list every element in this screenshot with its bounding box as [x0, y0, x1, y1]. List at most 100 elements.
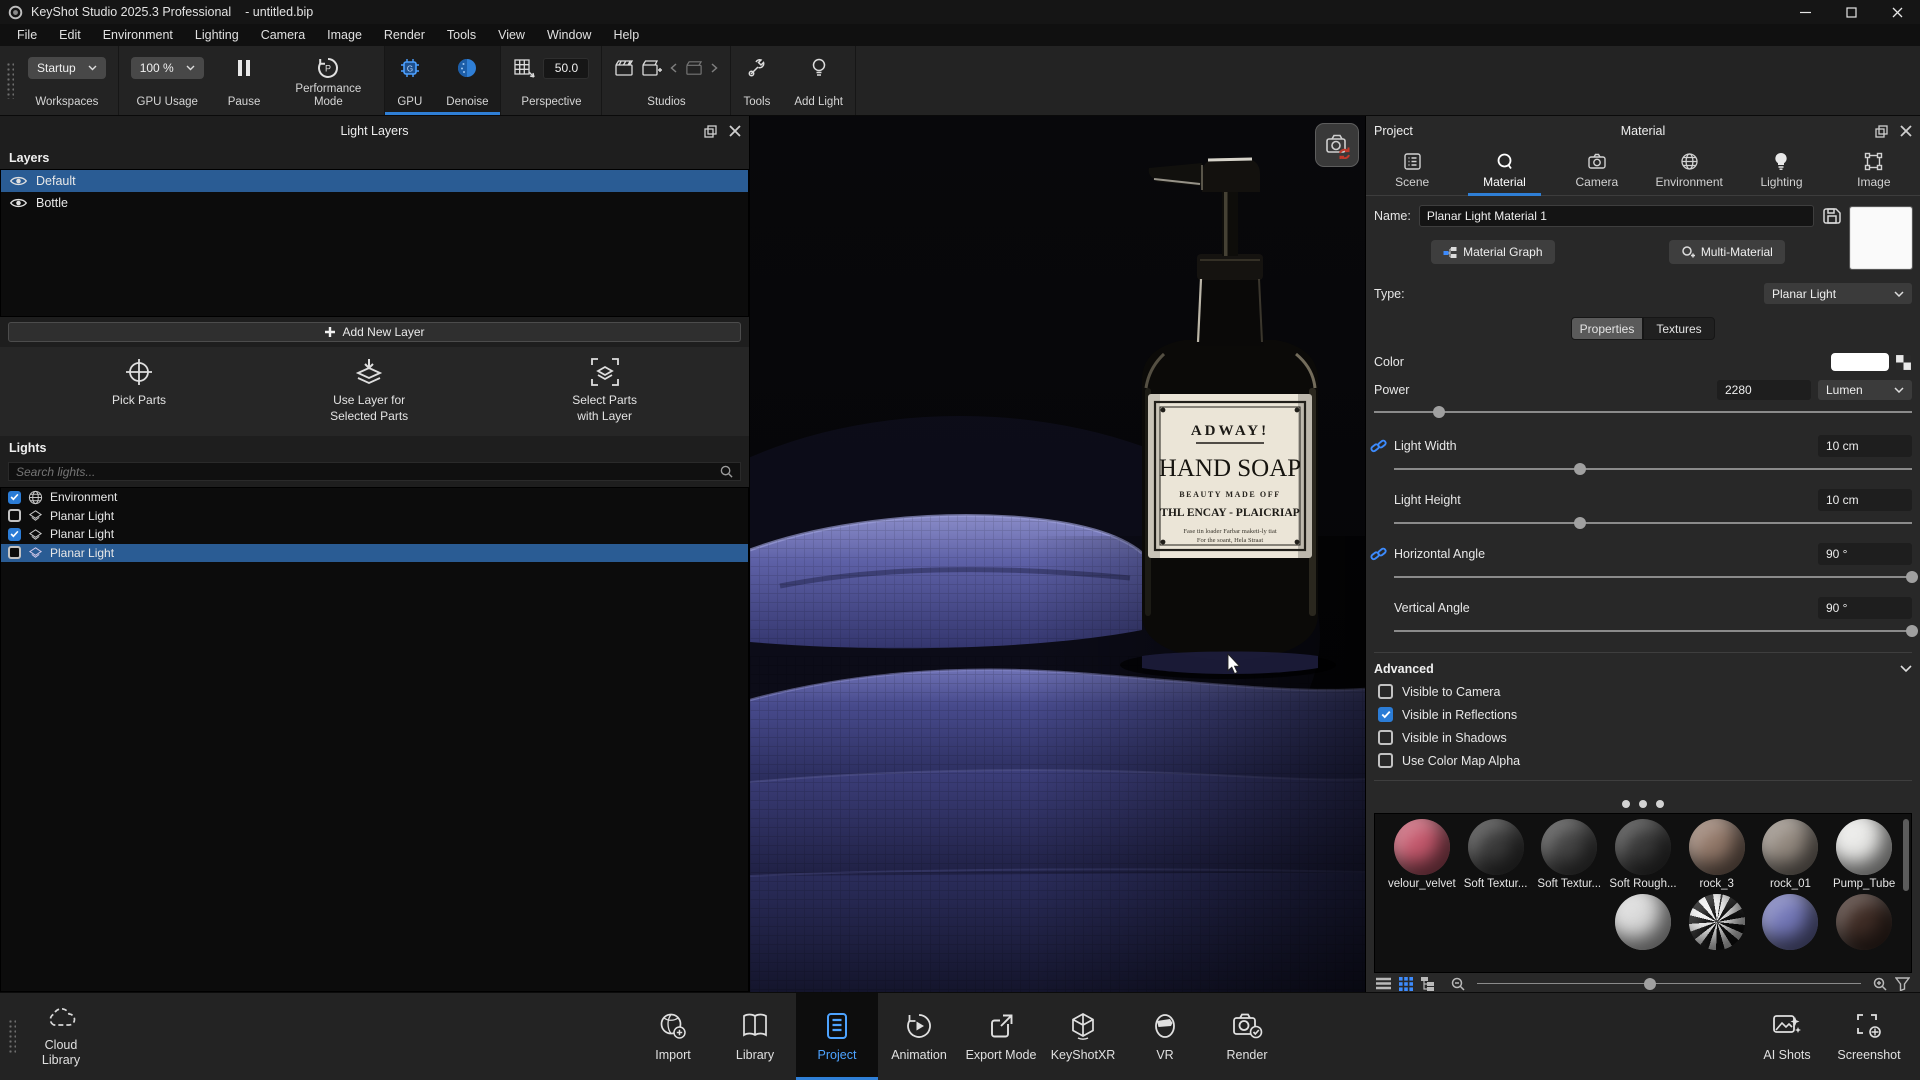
light-checkbox[interactable] [8, 528, 21, 541]
project-button[interactable]: Project [796, 993, 878, 1080]
material-name-input[interactable] [1419, 205, 1814, 227]
menu-edit[interactable]: Edit [48, 24, 92, 46]
layer-row-default[interactable]: Default [1, 170, 748, 192]
material-graph-button[interactable]: Material Graph [1431, 240, 1554, 264]
import-button[interactable]: Import [632, 993, 714, 1080]
visible-in-shadows-option[interactable]: Visible in Shadows [1374, 730, 1912, 745]
export-mode-button[interactable]: Export Mode [960, 993, 1042, 1080]
material-sphere[interactable] [1689, 894, 1745, 950]
light-row-planar-1[interactable]: Planar Light [1, 507, 748, 526]
menu-help[interactable]: Help [602, 24, 650, 46]
list-view-icon[interactable] [1376, 977, 1391, 990]
light-row-environment[interactable]: Environment [1, 488, 748, 507]
checkbox[interactable] [1378, 753, 1393, 768]
menu-lighting[interactable]: Lighting [184, 24, 250, 46]
light-width-field[interactable]: 10 cm [1818, 435, 1912, 457]
menu-image[interactable]: Image [316, 24, 373, 46]
tree-view-icon[interactable] [1421, 977, 1437, 991]
minimize-button[interactable] [1782, 0, 1828, 24]
link-icon[interactable] [1370, 546, 1387, 563]
workspace-dropdown[interactable]: Startup [28, 57, 106, 79]
tab-material[interactable]: Material [1458, 148, 1550, 195]
material-sphere[interactable] [1615, 894, 1671, 950]
render-button[interactable]: Render [1206, 993, 1288, 1080]
tab-environment[interactable]: Environment [1643, 148, 1735, 195]
menu-view[interactable]: View [487, 24, 536, 46]
material-sphere[interactable] [1762, 819, 1818, 875]
menu-render[interactable]: Render [373, 24, 436, 46]
material-thumb[interactable] [1606, 894, 1680, 950]
light-checkbox[interactable] [8, 546, 21, 559]
tab-lighting[interactable]: Lighting [1735, 148, 1827, 195]
pause-group[interactable]: Pause [216, 46, 273, 115]
layer-row-bottle[interactable]: Bottle [1, 192, 748, 214]
material-sphere[interactable] [1468, 819, 1524, 875]
cloud-library-button[interactable]: CloudLibrary [20, 993, 102, 1080]
menu-window[interactable]: Window [536, 24, 602, 46]
use-layer-button[interactable]: Use Layer forSelected Parts [330, 357, 408, 424]
material-sphere[interactable] [1394, 819, 1450, 875]
material-sphere[interactable] [1762, 894, 1818, 950]
light-row-planar-3[interactable]: Planar Light [1, 544, 748, 563]
ai-shots-button[interactable]: AI Shots [1746, 993, 1828, 1080]
material-thumb[interactable]: Soft Textur... [1532, 819, 1606, 890]
close-button[interactable] [1874, 0, 1920, 24]
gpu-usage-dropdown[interactable]: 100 % [131, 57, 204, 79]
light-height-slider[interactable] [1394, 516, 1912, 530]
multi-material-button[interactable]: Multi-Material [1669, 240, 1785, 264]
material-sphere[interactable] [1836, 894, 1892, 950]
gpu-toggle[interactable]: G GPU [385, 46, 434, 115]
studio-list-icon[interactable] [685, 60, 703, 76]
denoise-toggle[interactable]: Denoise [434, 46, 500, 115]
menu-camera[interactable]: Camera [250, 24, 316, 46]
performance-mode-group[interactable]: P Performance Mode [272, 46, 384, 115]
material-thumb[interactable] [1754, 894, 1828, 950]
tab-image[interactable]: Image [1828, 148, 1920, 195]
toolbar-grip[interactable] [6, 62, 14, 99]
ribbon-grip[interactable] [8, 1019, 16, 1054]
filter-icon[interactable] [1895, 977, 1910, 991]
subtab-textures[interactable]: Textures [1643, 317, 1715, 340]
light-row-planar-2[interactable]: Planar Light [1, 525, 748, 544]
studio-icon[interactable] [614, 59, 634, 77]
material-thumb[interactable]: velour_velvet [1385, 819, 1459, 890]
material-sphere[interactable] [1541, 819, 1597, 875]
thumbnail-size-slider[interactable] [1477, 977, 1861, 991]
close-panel-icon[interactable] [729, 125, 741, 137]
library-scrollbar[interactable] [1903, 819, 1909, 891]
checkbox[interactable] [1378, 684, 1393, 699]
light-checkbox[interactable] [8, 509, 21, 522]
material-sphere[interactable] [1615, 819, 1671, 875]
library-button[interactable]: Library [714, 993, 796, 1080]
checkbox[interactable] [1378, 707, 1393, 722]
lights-search[interactable] [8, 462, 741, 481]
power-unit-dropdown[interactable]: Lumen [1818, 380, 1912, 400]
eye-icon[interactable] [10, 175, 27, 187]
menu-environment[interactable]: Environment [92, 24, 184, 46]
material-sphere[interactable] [1689, 819, 1745, 875]
horizontal-angle-slider[interactable] [1394, 570, 1912, 584]
grid-view-icon[interactable] [1399, 977, 1413, 991]
color-swatch[interactable] [1831, 353, 1889, 371]
power-value-field[interactable]: 2280 [1717, 380, 1811, 400]
add-light-group[interactable]: Add Light [782, 46, 855, 115]
pick-parts-button[interactable]: Pick Parts [112, 357, 166, 409]
use-color-map-alpha-option[interactable]: Use Color Map Alpha [1374, 753, 1912, 768]
material-thumb[interactable]: Soft Rough... [1606, 819, 1680, 890]
link-icon[interactable] [1370, 438, 1387, 455]
checkbox[interactable] [1378, 730, 1393, 745]
add-new-layer-button[interactable]: Add New Layer [8, 322, 741, 342]
add-studio-icon[interactable] [642, 59, 662, 77]
zoom-in-icon[interactable] [1873, 977, 1887, 991]
eye-icon[interactable] [10, 197, 27, 209]
vr-button[interactable]: VR [1124, 993, 1206, 1080]
float-panel-icon[interactable] [1875, 125, 1888, 138]
material-preview-swatch[interactable] [1850, 207, 1912, 269]
power-slider[interactable] [1374, 405, 1912, 419]
keyshotxr-button[interactable]: KeyShotXR [1042, 993, 1124, 1080]
select-parts-button[interactable]: Select Partswith Layer [572, 357, 637, 424]
float-panel-icon[interactable] [704, 125, 717, 138]
animation-button[interactable]: Animation [878, 993, 960, 1080]
screenshot-button[interactable]: Screenshot [1828, 993, 1910, 1080]
save-icon[interactable] [1822, 207, 1842, 225]
